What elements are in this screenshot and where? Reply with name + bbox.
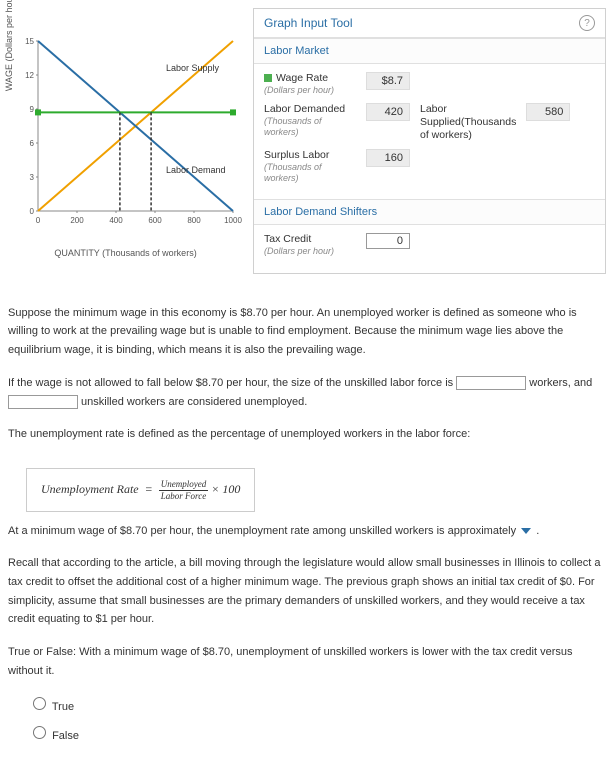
- labor-demanded-label: Labor Demanded: [264, 103, 345, 115]
- radio-false[interactable]: [33, 726, 46, 739]
- unemployment-formula: Unemployment Rate = UnemployedLabor Forc…: [26, 468, 255, 512]
- radio-true-label[interactable]: True: [28, 694, 606, 717]
- svg-text:0: 0: [30, 207, 35, 216]
- svg-text:9: 9: [30, 105, 35, 114]
- svg-text:12: 12: [25, 71, 34, 80]
- surplus-labor-value: 160: [366, 149, 410, 167]
- chart-container: WAGE (Dollars per hour) 0 3 6 9 12 15: [8, 8, 243, 274]
- paragraph-rate-answer: At a minimum wage of $8.70 per hour, the…: [8, 522, 606, 541]
- graph-input-panel: Graph Input Tool ? Labor Market Wage Rat…: [253, 8, 606, 274]
- labor-supplied-label: Labor Supplied: [420, 103, 461, 128]
- svg-text:6: 6: [30, 139, 35, 148]
- labor-market-chart: 0 3 6 9 12 15 0 200 400 600 800 100: [8, 36, 243, 236]
- svg-text:400: 400: [109, 216, 123, 225]
- svg-text:3: 3: [30, 173, 35, 182]
- unemployed-input[interactable]: [8, 395, 78, 409]
- section-labor-market: Labor Market: [254, 38, 605, 64]
- surplus-labor-label: Surplus Labor: [264, 149, 329, 161]
- rate-dropdown[interactable]: [519, 525, 533, 537]
- paragraph-true-false: True or False: With a minimum wage of $8…: [8, 643, 606, 680]
- svg-text:0: 0: [36, 216, 41, 225]
- wage-rate-value: $8.7: [366, 72, 410, 90]
- paragraph-intro: Suppose the minimum wage in this economy…: [8, 304, 606, 360]
- help-icon[interactable]: ?: [579, 15, 595, 31]
- demand-curve-label: Labor Demand: [166, 165, 226, 175]
- labor-demanded-value: 420: [366, 103, 410, 121]
- y-axis-label: WAGE (Dollars per hour): [4, 0, 14, 91]
- radio-false-label[interactable]: False: [28, 723, 606, 746]
- tax-credit-input[interactable]: 0: [366, 233, 410, 249]
- labor-force-input[interactable]: [456, 376, 526, 390]
- radio-true[interactable]: [33, 697, 46, 710]
- section-demand-shifters: Labor Demand Shifters: [254, 199, 605, 225]
- paragraph-rate-def: The unemployment rate is defined as the …: [8, 425, 606, 444]
- svg-text:15: 15: [25, 37, 34, 46]
- svg-text:200: 200: [70, 216, 84, 225]
- tax-credit-label: Tax Credit: [264, 233, 311, 245]
- svg-text:1000: 1000: [224, 216, 242, 225]
- supply-curve-label: Labor Supply: [166, 63, 220, 73]
- wage-rate-swatch: [264, 74, 272, 82]
- labor-supplied-value: 580: [526, 103, 570, 121]
- x-axis-label: QUANTITY (Thousands of workers): [8, 248, 243, 258]
- svg-text:800: 800: [187, 216, 201, 225]
- panel-title: Graph Input Tool: [264, 16, 353, 30]
- svg-text:600: 600: [148, 216, 162, 225]
- wage-rate-label: Wage Rate: [276, 72, 328, 84]
- paragraph-labor-force: If the wage is not allowed to fall below…: [8, 374, 606, 411]
- paragraph-tax-credit: Recall that according to the article, a …: [8, 554, 606, 629]
